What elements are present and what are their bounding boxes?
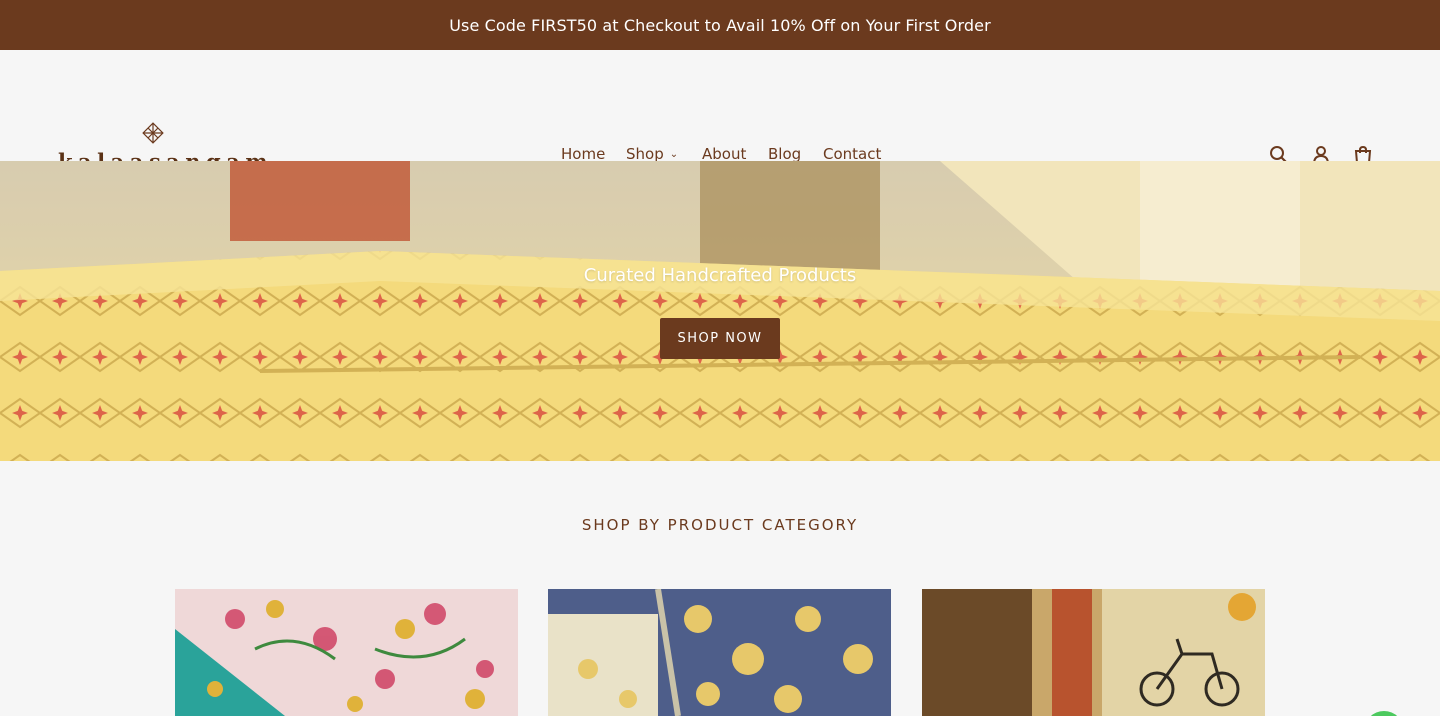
category-card[interactable] bbox=[548, 589, 891, 716]
logo-mark-icon bbox=[142, 122, 164, 144]
announcement-text: Use Code FIRST50 at Checkout to Avail 10… bbox=[449, 15, 991, 35]
hero-title: Curated Handcrafted Products bbox=[583, 265, 857, 286]
hero-overlay bbox=[0, 161, 1440, 461]
category-card[interactable] bbox=[922, 589, 1265, 716]
category-image bbox=[175, 589, 518, 716]
chevron-down-icon: ⌄ bbox=[669, 149, 679, 160]
site-header: kalaasangam Home Shop⌄ About Blog Contac… bbox=[0, 50, 1440, 174]
whatsapp-chat-icon[interactable] bbox=[1364, 711, 1404, 716]
shop-now-button[interactable]: SHOP NOW bbox=[660, 318, 780, 359]
hero-banner: Curated Handcrafted Products SHOP NOW bbox=[0, 161, 1440, 461]
section-title: SHOP BY PRODUCT CATEGORY bbox=[581, 516, 859, 534]
category-image bbox=[548, 589, 891, 716]
category-image bbox=[922, 589, 1265, 716]
category-card[interactable] bbox=[175, 589, 518, 716]
announcement-bar: Use Code FIRST50 at Checkout to Avail 10… bbox=[0, 0, 1440, 50]
